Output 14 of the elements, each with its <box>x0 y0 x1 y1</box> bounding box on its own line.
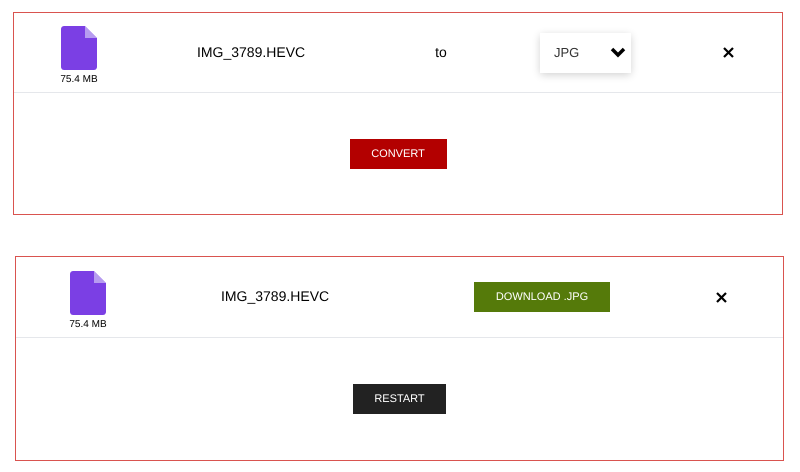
file-name: IMG_3789.HEVC <box>221 288 330 304</box>
close-icon[interactable] <box>716 292 727 302</box>
format-dropdown[interactable]: JPG <box>540 32 631 72</box>
to-label: to <box>435 43 447 62</box>
file-size: 75.4 MB <box>60 73 98 87</box>
close-icon[interactable] <box>723 47 734 58</box>
chevron-down-icon <box>610 47 626 58</box>
file-name: IMG_3789.HEVC <box>197 44 306 60</box>
convert-button[interactable]: CONVERT <box>350 139 446 169</box>
file-size: 75.4 MB <box>69 318 107 332</box>
restart-button[interactable]: RESTART <box>353 384 446 414</box>
file-icon <box>70 270 106 314</box>
file-icon <box>61 26 97 70</box>
download-button[interactable]: DOWNLOAD .JPG <box>474 282 610 312</box>
